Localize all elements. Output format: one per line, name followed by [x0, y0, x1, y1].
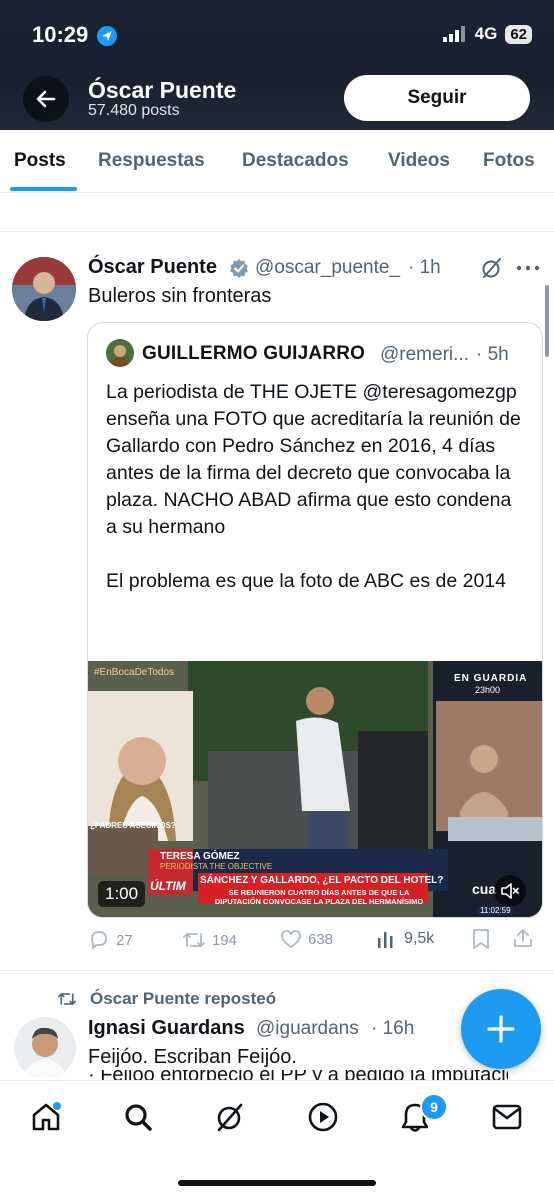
grok-icon[interactable] [480, 256, 504, 280]
avatar-image [12, 257, 76, 321]
divider [0, 970, 554, 971]
tweet-handle[interactable]: @oscar_puente_ [255, 257, 400, 279]
nav-grok[interactable] [214, 1101, 246, 1133]
nav-home[interactable] [30, 1101, 62, 1133]
tweet-text: Buleros sin fronteras [88, 285, 272, 307]
video-clock: 11:02:59 [478, 906, 513, 915]
quoted-avatar-image [106, 339, 134, 367]
arrow-left-icon [36, 90, 56, 108]
tab-respuestas[interactable]: Respuestas [98, 150, 205, 172]
repost-button[interactable]: 194 [182, 929, 237, 951]
avatar[interactable] [12, 257, 76, 321]
nav-messages[interactable] [491, 1101, 523, 1133]
video-ultima-label: ÚLTIM [150, 879, 186, 893]
views-button[interactable]: 9,5k [376, 929, 434, 949]
tab-videos[interactable]: Videos [388, 150, 450, 172]
video-subheadline: SE REUNIERON CUATRO DÍAS ANTES DE QUE LA… [214, 888, 424, 906]
video-side-label: ¿PADRES ASESINOS? [90, 821, 176, 830]
repost-count: 194 [212, 931, 238, 949]
more-options-icon[interactable] [516, 264, 540, 272]
views-icon [378, 932, 393, 948]
video-show-name: EN GUARDIA [454, 673, 528, 684]
repost-text-cut: · Feijóo entorpeció el PP y a pedido la … [88, 1070, 508, 1080]
repost-text: Feijóo. Escriban Feijóo. [88, 1046, 297, 1068]
divider [0, 231, 554, 232]
compose-button[interactable] [461, 989, 541, 1069]
video-channel-logo: cua [472, 881, 497, 897]
like-button[interactable]: 638 [280, 929, 333, 949]
profile-name: Óscar Puente [88, 77, 237, 103]
follow-button[interactable]: Seguir [344, 75, 530, 121]
tweet-time: · 1h [408, 257, 441, 278]
active-tab-indicator [10, 187, 77, 191]
tab-posts[interactable]: Posts [14, 150, 66, 172]
video-duration: 1:00 [98, 881, 146, 907]
tab-destacados[interactable]: Destacados [242, 150, 349, 172]
signal-icon [442, 26, 465, 42]
back-button[interactable] [23, 76, 69, 122]
share-icon[interactable] [512, 927, 534, 949]
home-icon [32, 1102, 61, 1131]
status-time: 10:29 [32, 22, 89, 47]
reply-count: 27 [116, 931, 133, 949]
quoted-author-name: GUILLERMO GUIJARRO [142, 343, 366, 364]
profile-header: 10:29 4G 62 Óscar Puente 57.480 posts Se… [0, 0, 554, 130]
quoted-paragraph: La periodista de THE OJETE @teresagomezg… [106, 381, 521, 538]
video-headline: SÁNCHEZ Y GALLARDO, ¿EL PACTO DEL HOTEL? [200, 875, 444, 886]
mute-button[interactable] [494, 875, 526, 907]
repost-handle[interactable]: @iguardans [256, 1018, 359, 1040]
quoted-paragraph: El problema es que la foto de ABC es de … [106, 570, 507, 592]
repost-label[interactable]: Óscar Puente reposteó [90, 989, 276, 1009]
views-count: 9,5k [404, 930, 435, 947]
nav-search[interactable] [122, 1101, 154, 1133]
plus-icon [487, 1015, 515, 1043]
nav-videos[interactable] [307, 1101, 339, 1133]
repost-text-continued: · Feijóo entorpeció el PP y a pedido la … [88, 1070, 508, 1080]
like-count: 638 [308, 930, 334, 948]
video-name-tag: TERESA GÓMEZ [160, 851, 240, 862]
search-icon [125, 1104, 152, 1131]
quoted-time: · 5h [476, 344, 509, 365]
play-circle-icon [308, 1102, 338, 1132]
repost-author-name[interactable]: Ignasi Guardans [88, 1017, 245, 1040]
location-icon [97, 26, 117, 46]
notification-badge: 9 [420, 1093, 448, 1121]
video-hashtag: #EnBocaDeTodos [94, 667, 175, 678]
quoted-tweet[interactable]: GUILLERMO GUIJARRO @remeri... · 5h La pe… [87, 322, 543, 918]
battery-indicator: 62 [505, 24, 532, 44]
tab-fotos[interactable]: Fotos [483, 150, 535, 172]
avatar-image [14, 1017, 76, 1079]
video-player[interactable]: #EnBocaDeTodos EN GUARDIA 23h00 ¿PADRES … [88, 661, 542, 917]
quoted-avatar [106, 339, 134, 367]
video-name-role: PERIODISTA THE OBJECTIVE [160, 862, 273, 871]
status-indicators: 4G 62 [442, 24, 532, 44]
tweet-author-name[interactable]: Óscar Puente [88, 256, 217, 279]
network-label: 4G [474, 24, 498, 43]
repost-icon [183, 932, 205, 948]
repost-time: · 16h [371, 1018, 415, 1039]
speaker-muted-icon [501, 883, 519, 899]
grok-icon [217, 1103, 243, 1132]
mail-icon [492, 1104, 522, 1130]
home-indicator [178, 1180, 376, 1186]
quoted-text: La periodista de THE OJETE @teresagomezg… [106, 379, 526, 595]
video-show-time: 23h00 [475, 685, 501, 695]
posts-count: 57.480 posts [88, 102, 180, 119]
verified-icon [230, 259, 248, 278]
heart-icon [281, 930, 301, 949]
repost-indicator-icon [57, 992, 76, 1006]
avatar[interactable] [14, 1017, 76, 1079]
bookmark-icon[interactable] [472, 928, 490, 950]
reply-icon [91, 931, 107, 951]
scrollbar[interactable] [545, 285, 549, 357]
reply-button[interactable]: 27 [88, 929, 133, 951]
quoted-handle: @remeri... [380, 344, 469, 365]
profile-tabs: Posts Respuestas Destacados Videos Fotos [0, 130, 554, 193]
